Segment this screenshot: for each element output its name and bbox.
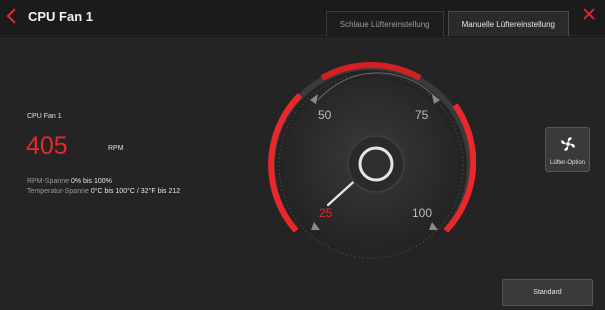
standard-button[interactable]: Standard: [502, 279, 593, 306]
fan-option-button[interactable]: Lüfter-Option: [545, 127, 590, 172]
fan-option-label: Lüfter-Option: [549, 160, 586, 166]
gauge-label-100: 100: [412, 206, 432, 220]
chevron-left-icon[interactable]: [4, 6, 20, 26]
gauge-label-75: 75: [415, 108, 429, 122]
rpm-unit: RPM: [108, 145, 124, 152]
fan-speed-gauge[interactable]: 50 75 25 100: [266, 60, 476, 270]
rpm-range-label: RPM-Spanne: [27, 178, 70, 185]
tab-smart-fan[interactable]: Schlaue Lüftereinstellung: [325, 11, 444, 36]
tab-bar: Schlaue Lüftereinstellung Manuelle Lüfte…: [322, 11, 569, 36]
fan-icon: [561, 137, 575, 151]
page-title: CPU Fan 1: [28, 9, 94, 24]
gauge-label-25: 25: [319, 206, 333, 220]
rpm-value: 405: [26, 132, 68, 160]
fan-name-label: CPU Fan 1: [27, 113, 62, 120]
gauge-label-50: 50: [318, 108, 332, 122]
rpm-range-value: 0% bis 100%: [70, 178, 112, 185]
temp-range-value: 0°C bis 100°C / 32°F bis 212: [90, 188, 181, 195]
gauge-hub-ring: [358, 146, 394, 182]
close-icon[interactable]: [582, 7, 596, 21]
rpm-range-row: RPM-Spanne 0% bis 100%: [27, 178, 112, 185]
title-bar: CPU Fan 1 Schlaue Lüftereinstellung Manu…: [0, 0, 605, 36]
tab-manual-fan[interactable]: Manuelle Lüftereinstellung: [447, 11, 569, 36]
temp-range-label: Temperatur-Spanne: [27, 188, 89, 195]
temp-range-row: Temperatur-Spanne 0°C bis 100°C / 32°F b…: [27, 188, 180, 195]
